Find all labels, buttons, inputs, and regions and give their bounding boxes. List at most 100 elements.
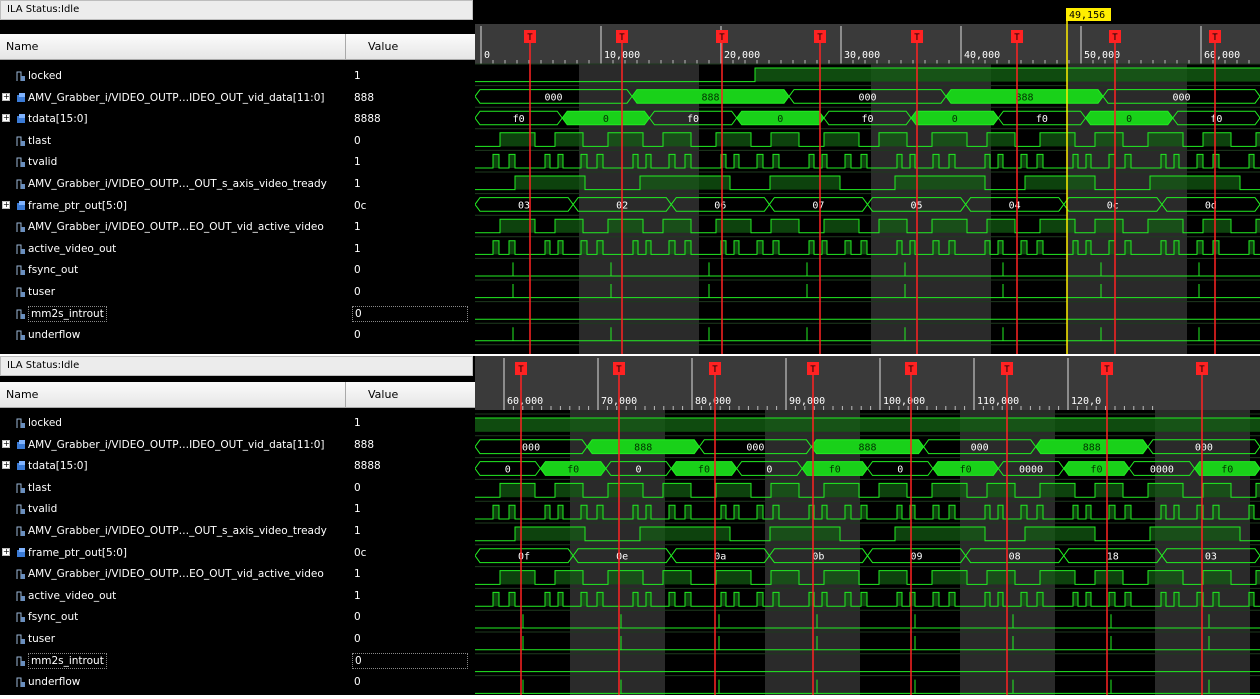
signal-row[interactable]: AMV_Grabber_i/VIDEO_OUTP…_OUT_s_axis_vid… [0, 174, 475, 196]
signal-high-fill [1249, 154, 1254, 168]
signal-row[interactable]: + frame_ptr_out[5:0] 0c [0, 196, 475, 218]
signal-high-fill [1021, 240, 1027, 255]
signal-high-fill [475, 418, 1260, 432]
signal-row[interactable]: + frame_ptr_out[5:0] 0c [0, 543, 475, 565]
signal-high-fill [987, 219, 1015, 233]
bus-value-label: 888 [1015, 92, 1033, 103]
value-column-header[interactable]: Value [368, 388, 398, 401]
signal-high-fill [685, 240, 691, 255]
signal-high-fill [663, 132, 691, 147]
signal-row[interactable]: tuser 0 [0, 629, 475, 651]
trigger-marker-label: T [817, 33, 823, 43]
signal-high-fill [509, 154, 515, 168]
name-column-header[interactable]: Name [6, 40, 38, 53]
signal-high-fill [897, 240, 902, 255]
expand-bus-icon[interactable]: + [2, 439, 10, 448]
expand-bus-icon[interactable]: + [2, 92, 10, 101]
signal-row[interactable]: AMV_Grabber_i/VIDEO_OUTP…EO_OUT_vid_acti… [0, 217, 475, 239]
trigger-marker-label: T [914, 33, 920, 43]
signal-row[interactable]: + tdata[15:0] 8888 [0, 109, 475, 131]
signal-row[interactable]: locked 1 [0, 413, 475, 435]
signal-row[interactable]: tvalid 1 [0, 499, 475, 521]
signal-row[interactable]: locked 1 [0, 66, 475, 88]
signal-name: active_video_out [28, 242, 117, 255]
signal-row[interactable]: + AMV_Grabber_i/VIDEO_OUTP…IDEO_OUT_vid_d… [0, 88, 475, 110]
signal-high-fill [633, 592, 638, 607]
signal-high-fill [773, 505, 779, 519]
wire-signal-icon [16, 417, 25, 429]
expand-bus-icon[interactable]: + [2, 114, 10, 123]
signal-high-fill [558, 592, 563, 607]
signal-row[interactable]: fsync_out 0 [0, 260, 475, 282]
signal-row[interactable]: tlast 0 [0, 478, 475, 500]
signal-high-fill [757, 240, 763, 255]
signal-row[interactable]: mm2s_introut 0 [0, 651, 475, 673]
signal-high-fill [949, 240, 955, 255]
signal-high-fill [555, 483, 583, 498]
signal-high-fill [755, 68, 1260, 82]
wire-signal-icon [16, 503, 25, 515]
signal-high-fill [558, 154, 563, 168]
signal-value: 0 [354, 633, 361, 645]
signal-row[interactable]: tuser 0 [0, 282, 475, 304]
name-column-header[interactable]: Name [6, 388, 38, 401]
signal-high-fill [545, 505, 550, 519]
signal-row[interactable]: underflow 0 [0, 672, 475, 694]
trigger-marker-label: T [712, 365, 718, 375]
signal-high-fill [597, 240, 603, 255]
bus-value-label: f0 [1090, 465, 1102, 476]
bus-value-label: f0 [513, 114, 525, 125]
signal-high-fill [1150, 527, 1240, 541]
bus-value-label: 888 [701, 92, 719, 103]
signal-high-fill [663, 219, 691, 233]
signal-row[interactable]: + tdata[15:0] 8888 [0, 456, 475, 478]
signal-value: 1 [354, 525, 361, 537]
signal-high-fill [734, 154, 739, 168]
signal-row[interactable]: AMV_Grabber_i/VIDEO_OUTP…EO_OUT_vid_acti… [0, 564, 475, 586]
expand-bus-icon[interactable]: + [2, 461, 10, 470]
signal-high-fill [757, 505, 763, 519]
signal-high-fill [879, 570, 907, 585]
signal-row[interactable]: active_video_out 1 [0, 586, 475, 608]
signal-high-fill [1256, 570, 1260, 585]
expand-bus-icon[interactable]: + [2, 200, 10, 209]
signal-high-fill [824, 570, 859, 585]
signal-row[interactable]: AMV_Grabber_i/VIDEO_OUTP…_OUT_s_axis_vid… [0, 521, 475, 543]
signal-high-fill [646, 505, 651, 519]
trigger-marker-label: T [908, 365, 914, 375]
bus-value-label: 888 [1083, 443, 1101, 454]
bus-value-label: 0 [505, 465, 511, 476]
bus-value-label: 000 [522, 443, 540, 454]
signal-high-fill [685, 592, 691, 607]
signal-high-fill [1125, 505, 1131, 519]
value-column-header[interactable]: Value [368, 40, 398, 53]
waveform-view-2[interactable]: 60,00070,00080,00090,000100,000110,00012… [474, 356, 1260, 698]
bus-value-label: 000 [544, 92, 562, 103]
signal-row[interactable]: + AMV_Grabber_i/VIDEO_OUTP…IDEO_OUT_vid_d… [0, 435, 475, 457]
signal-high-fill [809, 240, 814, 255]
bus-value-label: 0 [1126, 114, 1132, 125]
signal-row[interactable]: tlast 0 [0, 131, 475, 153]
signal-high-fill [1095, 132, 1123, 147]
signal-row[interactable]: tvalid 1 [0, 152, 475, 174]
signal-row[interactable]: active_video_out 1 [0, 239, 475, 261]
signal-row[interactable]: mm2s_introut 0 [0, 304, 475, 326]
waveform-view-1[interactable]: 010,00020,00030,00040,00050,00060,000000… [474, 0, 1260, 354]
signal-high-fill [545, 154, 550, 168]
signal-value: 0c [354, 546, 367, 559]
signal-row[interactable]: fsync_out 0 [0, 607, 475, 629]
wire-signal-icon [16, 568, 25, 580]
signal-high-fill [1174, 154, 1179, 168]
signal-high-fill [734, 592, 739, 607]
expand-bus-icon[interactable]: + [2, 547, 10, 556]
signal-high-fill [581, 505, 587, 519]
bus-signal-icon [16, 200, 25, 212]
signal-high-fill [932, 483, 967, 498]
bus-value-label: 0b [812, 552, 824, 563]
signal-value: 1 [354, 568, 361, 581]
signal-row[interactable]: underflow 0 [0, 325, 475, 347]
signal-high-fill [987, 570, 1015, 585]
signal-high-fill [734, 505, 739, 519]
wire-signal-icon [16, 156, 25, 168]
signal-name: frame_ptr_out[5:0] [28, 199, 128, 212]
